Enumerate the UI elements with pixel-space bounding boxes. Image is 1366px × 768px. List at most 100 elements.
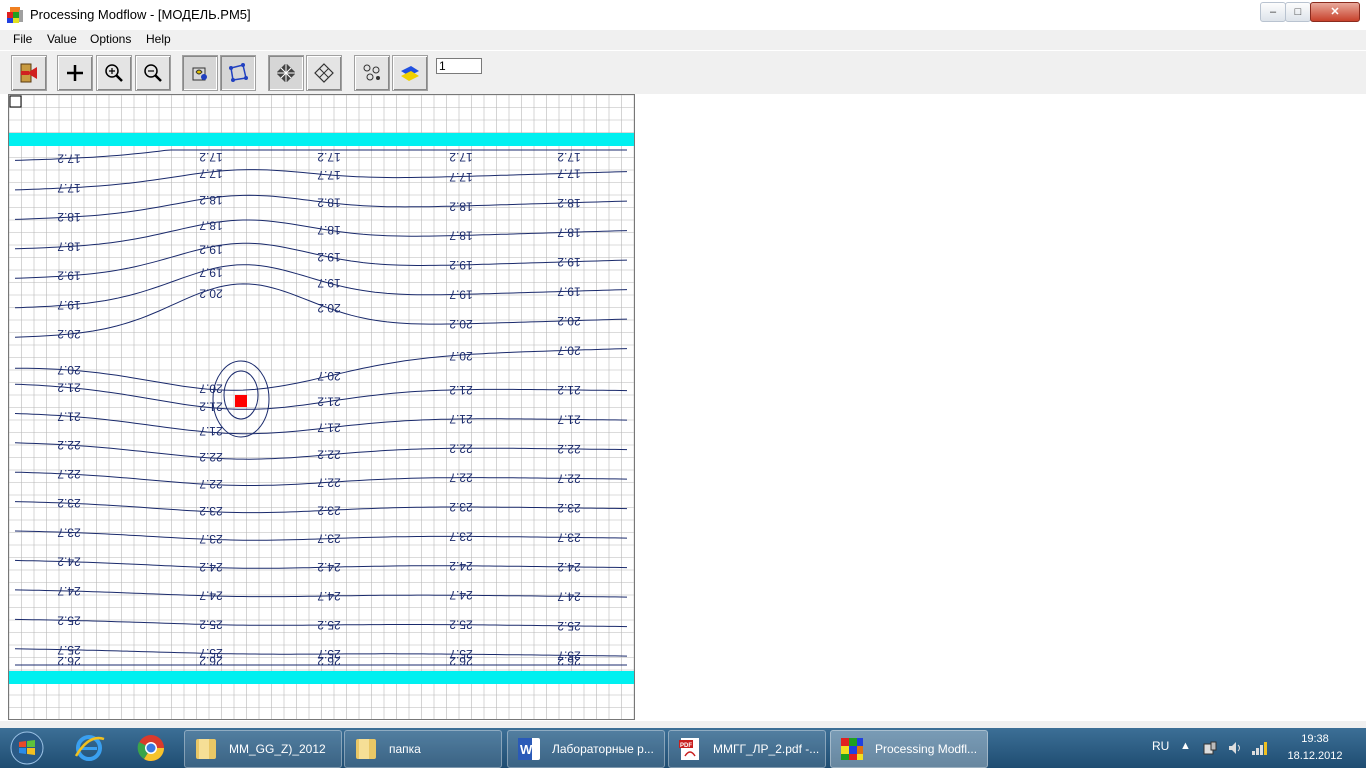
contour-label: 18.7 <box>317 223 341 237</box>
contour-label: 20.7 <box>57 363 81 377</box>
contour-label: 18.7 <box>199 218 223 232</box>
contour-label: 24.7 <box>557 589 581 603</box>
clock-time[interactable]: 19:38 <box>1280 733 1350 745</box>
contour-label: 19.7 <box>557 284 581 298</box>
polygon-button[interactable] <box>220 55 256 91</box>
close-button[interactable]: ✕ <box>1310 2 1360 22</box>
contour-label: 19.7 <box>57 298 81 312</box>
clock-date[interactable]: 18.12.2012 <box>1280 750 1350 762</box>
task-pdf[interactable]: PDF ММГГ_ЛР_2.pdf -... <box>668 730 826 768</box>
contour-label: 18.2 <box>557 196 581 210</box>
language-indicator[interactable]: RU <box>1152 739 1169 753</box>
contour-label: 23.7 <box>557 530 581 544</box>
grid-button[interactable] <box>268 55 304 91</box>
pumping-well <box>235 395 247 407</box>
contour-label: 20.2 <box>57 327 81 341</box>
maximize-button[interactable]: □ <box>1285 2 1311 22</box>
folder-icon <box>196 739 216 759</box>
contour-label: 20.2 <box>449 317 473 331</box>
volume-icon[interactable] <box>1227 740 1243 756</box>
taskbar: MM_GG_Z)_2012 папка W Лабораторные р... … <box>0 728 1366 768</box>
menu-help[interactable]: Help <box>146 32 171 46</box>
contour-label: 18.7 <box>57 239 81 253</box>
layers-button[interactable] <box>392 55 428 91</box>
contour-label: 18.2 <box>199 193 223 207</box>
task-label: Processing Modfl... <box>875 742 978 756</box>
network-device-icon[interactable] <box>1202 740 1218 756</box>
contour-label: 22.2 <box>317 448 341 462</box>
exit-button[interactable] <box>11 55 47 91</box>
contour-label: 23.7 <box>199 532 223 546</box>
show-hidden-icons-icon[interactable]: ▲ <box>1180 740 1196 756</box>
minimize-button[interactable]: – <box>1260 2 1286 22</box>
contour-label: 20.7 <box>557 343 581 357</box>
add-button[interactable] <box>57 55 93 91</box>
contour-label: 26.2 <box>557 654 581 668</box>
contour-label: 17.2 <box>199 150 223 164</box>
contour-label: 23.7 <box>449 529 473 543</box>
menu-options[interactable]: Options <box>90 32 131 46</box>
chrome-icon[interactable] <box>126 730 176 766</box>
task-label: ММГГ_ЛР_2.pdf -... <box>713 742 820 756</box>
menu-value[interactable]: Value <box>47 32 77 46</box>
model-grid[interactable]: 17.2 17.2 17.2 17.2 17.2 17.7 17.7 17.7 17.7 17.7… <box>8 94 635 720</box>
contour-label: 18.7 <box>557 225 581 239</box>
contour-label: 17.7 <box>317 168 341 182</box>
contour-label: 17.2 <box>449 150 473 164</box>
wells-icon <box>363 64 380 81</box>
contour-label: 22.2 <box>449 441 473 455</box>
task-folder-mm[interactable]: MM_GG_Z)_2012 <box>184 730 342 768</box>
contour-label: 24.2 <box>199 560 223 574</box>
network-signal-icon[interactable] <box>1251 740 1267 756</box>
contour-label: 19.2 <box>317 250 341 264</box>
contour-label: 23.2 <box>199 504 223 518</box>
task-folder-papka[interactable]: папка <box>344 730 502 768</box>
cells-icon <box>314 63 334 83</box>
cells-button[interactable] <box>306 55 342 91</box>
task-pmwin[interactable]: Processing Modfl... <box>830 730 988 768</box>
contour-label: 22.7 <box>557 471 581 485</box>
contour-label: 23.2 <box>449 500 473 514</box>
contour-label: 24.7 <box>317 589 341 603</box>
contour-label: 21.7 <box>449 412 473 426</box>
zoom-out-button[interactable] <box>135 55 171 91</box>
pmwin-icon <box>841 738 863 760</box>
contour-label: 17.7 <box>449 170 473 184</box>
contour-label: 18.2 <box>57 210 81 224</box>
toolbar <box>0 51 1366 94</box>
ie-icon[interactable] <box>64 730 114 766</box>
start-button[interactable] <box>4 729 50 767</box>
contour-label: 25.2 <box>557 619 581 633</box>
task-label: папка <box>389 742 421 756</box>
window-title: Processing Modflow - [МОДЕЛЬ.PM5] <box>30 7 251 22</box>
add-icon <box>67 65 83 81</box>
contour-label: 19.7 <box>317 276 341 290</box>
status-bar <box>0 721 1366 728</box>
menu-file[interactable]: File <box>13 32 32 46</box>
contour-label: 21.2 <box>557 383 581 397</box>
contour-label: 20.7 <box>449 349 473 363</box>
contour-label: 20.7 <box>317 369 341 383</box>
contour-label: 23.7 <box>317 532 341 546</box>
contour-label: 25.2 <box>449 618 473 632</box>
contour-label: 21.7 <box>57 409 81 423</box>
contour-label: 21.2 <box>449 383 473 397</box>
menu-bar: File Value Options Help <box>0 30 1366 50</box>
app-icon <box>7 7 23 23</box>
layer-number-input[interactable] <box>436 58 482 74</box>
contour-label: 24.7 <box>57 584 81 598</box>
wells-button[interactable] <box>354 55 390 91</box>
zoom-in-button[interactable] <box>96 55 132 91</box>
contour-label: 23.2 <box>57 496 81 510</box>
contour-label: 25.2 <box>57 613 81 627</box>
contour-label: 17.2 <box>57 151 81 165</box>
contour-label: 24.2 <box>317 560 341 574</box>
values-button[interactable] <box>182 55 218 91</box>
contour-label: 26.2 <box>317 654 341 668</box>
task-word[interactable]: W Лабораторные р... <box>507 730 665 768</box>
contour-label: 22.7 <box>199 477 223 491</box>
contour-label: 19.2 <box>449 258 473 272</box>
contour-map[interactable]: 17.2 17.2 17.2 17.2 17.2 17.7 17.7 17.7 17.7 17.7… <box>9 95 634 719</box>
contour-label: 21.2 <box>57 381 81 395</box>
task-label: MM_GG_Z)_2012 <box>229 742 326 756</box>
